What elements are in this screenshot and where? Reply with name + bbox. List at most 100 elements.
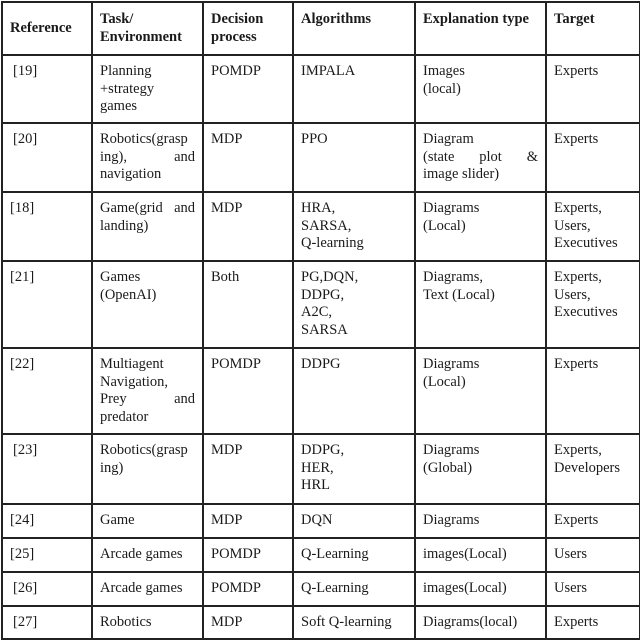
cell-decision: Both — [202, 260, 294, 349]
cell-target: Users — [545, 537, 640, 573]
cell-algorithms: PPO — [292, 122, 416, 193]
cell-algorithms-line: DDPG — [301, 356, 341, 372]
header-task-line: Environment — [100, 28, 182, 45]
cell-algorithms-line: Q-Learning — [301, 546, 369, 562]
cell-task-line: (OpenAI) — [100, 286, 157, 303]
cell-explanation-line: Diagrams — [423, 200, 480, 216]
cell-reference-line: [20] — [13, 131, 38, 147]
cell-reference-line: [26] — [13, 580, 38, 596]
cell-explanation: Diagram (state plot & image slider) — [414, 122, 547, 193]
cell-reference: [24] — [1, 503, 93, 539]
cell-target: Experts — [545, 122, 640, 193]
cell-task: Arcade games — [91, 571, 204, 607]
cell-task-line: Robotics — [100, 614, 152, 630]
cell-reference: [21] — [1, 260, 93, 349]
cell-reference: [19] — [1, 54, 93, 124]
cell-explanation-line: (Local) — [423, 217, 466, 234]
table-row: [27] Robotics MDP Soft Q-learning Diagrams(l… — [1, 605, 640, 640]
cell-target: Experts — [545, 54, 640, 124]
cell-explanation-line: Text (Local) — [423, 286, 495, 303]
cell-reference: [18] — [1, 191, 93, 262]
cell-explanation-line: Diagrams, — [423, 269, 483, 285]
cell-task-line: ing) — [100, 459, 124, 476]
cell-target-line: Developers — [554, 459, 621, 476]
cell-algorithms: HRA, SARSA, Q-learning — [292, 191, 416, 262]
cell-task: Arcade games — [91, 537, 204, 573]
table-row: [23] Robotics(grasp ing) MDP DDPG, HER, HRL Dia… — [1, 433, 640, 505]
cell-decision: MDP — [202, 122, 294, 193]
cell-word: ing), — [100, 148, 127, 165]
cell-explanation: Images (local) — [414, 54, 547, 124]
cell-target-line: Experts — [554, 614, 599, 630]
cell-task: Planning +strategy games — [91, 54, 204, 124]
cell-algorithms-line: SARSA — [301, 321, 348, 338]
cell-task: Game — [91, 503, 204, 539]
cell-reference-line: [22] — [10, 356, 35, 372]
cell-task-line: Navigation, — [100, 373, 169, 390]
cell-decision: MDP — [202, 191, 294, 262]
cell-task: Game(grid and landing) — [91, 191, 204, 262]
cell-target-line: Experts, — [554, 200, 602, 216]
cell-explanation: Diagrams, Text (Local) — [414, 260, 547, 349]
cell-reference: [25] — [1, 537, 93, 573]
cell-algorithms-line: Soft Q-learning — [301, 614, 392, 630]
cell-task: Games (OpenAI) — [91, 260, 204, 349]
cell-word: plot — [479, 148, 502, 165]
cell-explanation-line: Diagrams — [423, 512, 480, 528]
cell-reference: [23] — [1, 433, 93, 505]
cell-explanation: images(Local) — [414, 537, 547, 573]
cell-algorithms-line: HRL — [301, 477, 330, 493]
cell-target-line: Experts — [554, 512, 599, 528]
cell-word: Prey — [100, 391, 127, 407]
cell-target-line: Executives — [554, 235, 618, 251]
cell-word: (state — [423, 148, 455, 165]
cell-algorithms: Soft Q-learning — [292, 605, 416, 640]
cell-task-line: games — [100, 98, 138, 114]
cell-decision: POMDP — [202, 54, 294, 124]
cell-explanation: Diagrams (Local) — [414, 191, 547, 262]
cell-explanation-line: (Global) — [423, 459, 473, 476]
table-row: [20] Robotics(grasp ing), and navigation MDP P… — [1, 122, 640, 193]
cell-target-line: Experts, — [554, 442, 602, 458]
cell-algorithms-line: PG,DQN, — [301, 269, 359, 285]
cell-task-line: +strategy — [100, 80, 155, 97]
cell-algorithms: Q-Learning — [292, 571, 416, 607]
cell-target: Experts — [545, 503, 640, 539]
cell-task-line: navigation — [100, 166, 162, 182]
cell-algorithms-line: DQN — [301, 512, 333, 528]
cell-task: Robotics — [91, 605, 204, 640]
cell-algorithms: DDPG — [292, 347, 416, 435]
cell-word: and — [174, 148, 195, 165]
cell-algorithms-line: IMPALA — [301, 63, 356, 79]
header-target: Target — [545, 1, 640, 56]
cell-explanation: Diagrams — [414, 503, 547, 539]
cell-word: Game(grid — [100, 200, 163, 216]
cell-target: Experts, Developers — [545, 433, 640, 505]
cell-target: Users — [545, 571, 640, 607]
cell-task-line: Arcade games — [100, 580, 183, 596]
cell-task-line: Planning — [100, 63, 152, 79]
header-decision: Decision process — [202, 1, 294, 56]
cell-algorithms: PG,DQN, DDPG, A2C, SARSA — [292, 260, 416, 349]
comparison-table: Reference Task/ Environment Decision pro… — [1, 1, 640, 640]
cell-target-line: Experts — [554, 356, 599, 372]
cell-task-line: ing), and — [100, 149, 195, 167]
cell-explanation-line: (local) — [423, 80, 461, 97]
cell-reference: [27] — [1, 605, 93, 640]
cell-explanation-line: image slider) — [423, 166, 500, 182]
cell-explanation-line: (state plot & — [423, 149, 538, 167]
cell-decision-line: POMDP — [211, 356, 261, 372]
header-decision-line: Decision — [211, 11, 264, 27]
cell-word: & — [526, 148, 538, 165]
cell-algorithms: DQN — [292, 503, 416, 539]
cell-decision-line: MDP — [211, 131, 243, 147]
cell-task-line: landing) — [100, 217, 149, 234]
cell-word: and — [174, 200, 195, 216]
cell-decision: MDP — [202, 433, 294, 505]
cell-explanation: Diagrams(local) — [414, 605, 547, 640]
cell-target: Experts, Users, Executives — [545, 191, 640, 262]
cell-target: Experts — [545, 347, 640, 435]
cell-decision: POMDP — [202, 571, 294, 607]
table-body: [19] Planning +strategy games POMDP IMPALA Ima… — [1, 54, 640, 640]
cell-explanation-line: images(Local) — [423, 580, 507, 596]
